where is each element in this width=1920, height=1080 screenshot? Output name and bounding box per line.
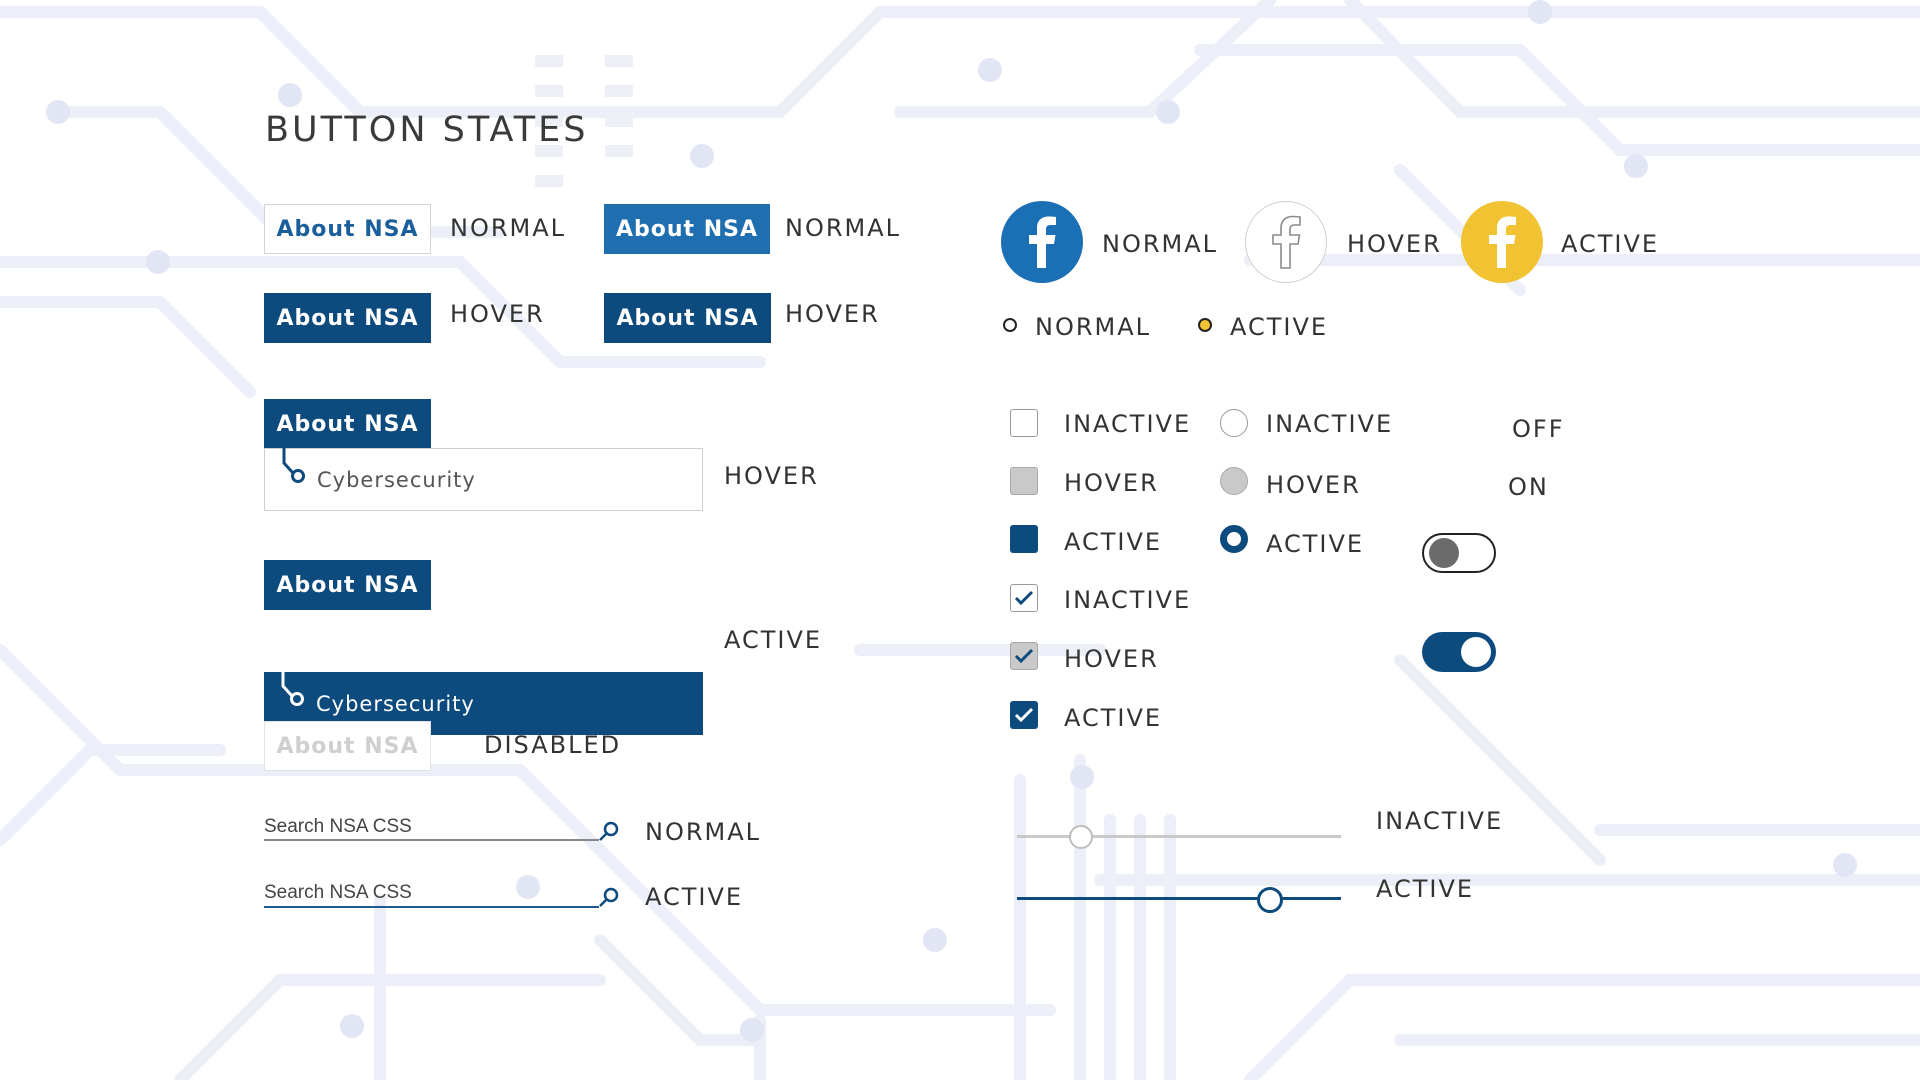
check-icon <box>1014 707 1034 723</box>
facebook-icon <box>1272 215 1301 269</box>
state-label-active: ACTIVE <box>724 626 823 654</box>
state-label-active: ACTIVE <box>1064 704 1163 732</box>
radio-inactive[interactable] <box>1220 409 1248 437</box>
state-label-active: ACTIVE <box>1561 230 1660 258</box>
checkbox-inactive[interactable] <box>1010 409 1038 437</box>
toggle-on[interactable] <box>1422 632 1496 672</box>
checkbox-checked-hover[interactable] <box>1010 642 1038 670</box>
checkbox-checked-inactive[interactable] <box>1010 584 1038 612</box>
facebook-icon <box>1489 216 1516 268</box>
state-label-off: OFF <box>1512 415 1565 443</box>
state-label-active: ACTIVE <box>1064 528 1163 556</box>
state-label-active: ACTIVE <box>1230 313 1329 341</box>
state-label-active: ACTIVE <box>1376 875 1475 903</box>
search-placeholder: Search NSA CSS <box>264 882 412 903</box>
check-icon <box>1014 590 1034 606</box>
search-icon[interactable] <box>597 820 621 844</box>
page-title: BUTTON STATES <box>265 110 589 150</box>
state-label-active: ACTIVE <box>1266 530 1365 558</box>
toggle-knob <box>1429 538 1459 568</box>
toggle-knob <box>1461 637 1491 667</box>
about-nsa-button-hover-filled[interactable]: About NSA <box>604 293 771 343</box>
state-label-normal: NORMAL <box>450 214 567 242</box>
checkbox-hover[interactable] <box>1010 467 1038 495</box>
dropdown-item-label: Cybersecurity <box>317 467 476 492</box>
checkbox-checked-active[interactable] <box>1010 701 1038 729</box>
dropdown-item-cybersecurity-hover[interactable]: Cybersecurity <box>264 447 703 511</box>
search-icon[interactable] <box>597 886 621 910</box>
about-nsa-button-dropdown-hover[interactable]: About NSA <box>264 399 431 449</box>
slider-thumb[interactable] <box>1068 825 1093 849</box>
slider-inactive[interactable] <box>1017 822 1341 852</box>
facebook-icon <box>1029 216 1056 268</box>
state-label-disabled: DISABLED <box>484 731 622 759</box>
about-nsa-button-dropdown-active[interactable]: About NSA <box>264 560 431 610</box>
search-underline <box>264 839 599 841</box>
search-underline <box>264 906 599 908</box>
state-label-active: ACTIVE <box>645 883 744 911</box>
about-nsa-button-disabled: About NSA <box>264 721 431 771</box>
slider-track <box>1017 835 1341 838</box>
state-label-hover: HOVER <box>450 300 545 328</box>
facebook-button-hover[interactable] <box>1245 201 1327 283</box>
circuit-background <box>0 0 1920 1080</box>
radio-active[interactable] <box>1220 525 1248 553</box>
state-label-hover: HOVER <box>1064 469 1159 497</box>
dropdown-item-label: Cybersecurity <box>316 691 475 716</box>
state-label-inactive: INACTIVE <box>1376 807 1504 835</box>
check-icon <box>1014 648 1034 664</box>
search-input-active[interactable]: Search NSA CSS <box>264 882 624 914</box>
small-radio-active[interactable] <box>1198 318 1212 332</box>
state-label-normal: NORMAL <box>1035 313 1152 341</box>
about-nsa-button-normal-outline[interactable]: About NSA <box>264 204 431 254</box>
about-nsa-button-hover[interactable]: About NSA <box>264 293 431 343</box>
checkbox-active[interactable] <box>1010 525 1038 553</box>
state-label-hover: HOVER <box>1064 645 1159 673</box>
state-label-normal: NORMAL <box>1102 230 1219 258</box>
state-label-hover: HOVER <box>1266 471 1361 499</box>
state-label-inactive: INACTIVE <box>1064 410 1192 438</box>
small-radio-normal[interactable] <box>1003 318 1017 332</box>
facebook-button-active[interactable] <box>1461 201 1543 283</box>
slider-thumb[interactable] <box>1256 887 1283 913</box>
state-label-normal: NORMAL <box>645 818 762 846</box>
facebook-button-normal[interactable] <box>1001 201 1083 283</box>
search-input-normal[interactable]: Search NSA CSS <box>264 814 624 846</box>
state-label-on: ON <box>1508 473 1549 501</box>
state-label-hover: HOVER <box>785 300 880 328</box>
search-placeholder: Search NSA CSS <box>264 816 412 837</box>
state-label-hover: HOVER <box>724 462 819 490</box>
connector-icon <box>282 447 305 483</box>
toggle-off[interactable] <box>1422 533 1496 573</box>
state-label-hover: HOVER <box>1347 230 1442 258</box>
about-nsa-button-normal-filled[interactable]: About NSA <box>604 204 770 254</box>
state-label-inactive: INACTIVE <box>1064 586 1192 614</box>
radio-hover[interactable] <box>1220 467 1248 495</box>
slider-active[interactable] <box>1017 884 1341 914</box>
state-label-normal: NORMAL <box>785 214 902 242</box>
connector-icon <box>281 670 304 706</box>
slider-track <box>1017 897 1341 900</box>
state-label-inactive: INACTIVE <box>1266 410 1394 438</box>
